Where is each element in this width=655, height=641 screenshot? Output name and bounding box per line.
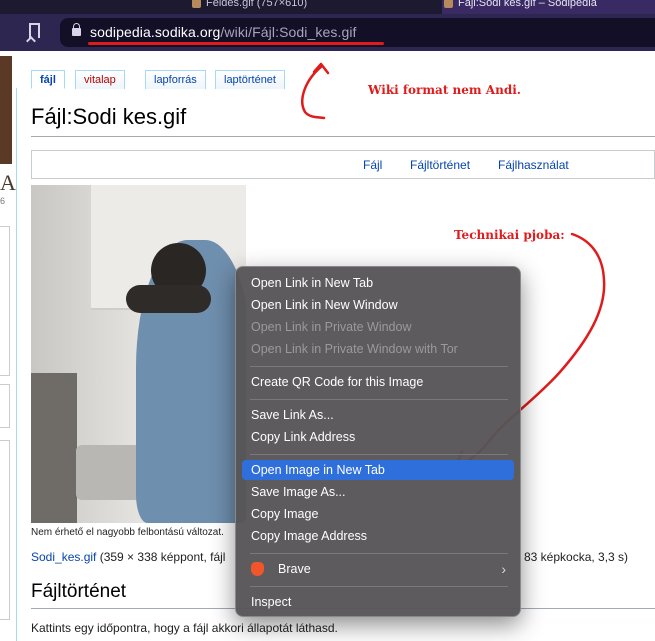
image-caption: Nem érhető el nagyobb felbontású változa… <box>31 527 224 538</box>
file-image[interactable] <box>31 185 246 523</box>
browser-tab[interactable]: Feldes.gif (757×610) <box>190 0 390 14</box>
section-heading: Fájltörténet <box>31 581 127 602</box>
context-menu: Open Link in New Tab Open Link in New Win… <box>235 266 521 617</box>
menu-separator <box>250 399 508 400</box>
chevron-right-icon: › <box>501 561 506 577</box>
menu-item-label: Brave <box>278 562 311 576</box>
menu-item-copy-image[interactable]: Copy Image <box>242 504 514 524</box>
sidebar-portlet <box>0 440 10 620</box>
lock-icon[interactable] <box>72 23 81 36</box>
favicon-icon <box>192 0 201 8</box>
brave-icon <box>251 562 264 576</box>
menu-item-copy-image-address[interactable]: Copy Image Address <box>242 526 514 546</box>
annotation-technikai: Technikai pjoba: <box>454 228 565 242</box>
file-toc: Fájl Fájltörténet Fájlhasználat <box>31 150 655 179</box>
menu-item-brave[interactable]: Brave › <box>242 559 514 579</box>
tab-talk-label: vitalap <box>84 74 116 86</box>
tab-history-label: laptörténet <box>224 74 276 86</box>
menu-item-open-link-in-new-tab[interactable]: Open Link in New Tab <box>242 273 514 293</box>
browser-tab-label: Feldes.gif (757×610) <box>206 0 308 9</box>
menu-item-open-link-in-private-window: Open Link in Private Window <box>251 320 412 334</box>
tab-file-label: fájl <box>40 74 56 86</box>
toc-link-file-usage[interactable]: Fájlhasználat <box>498 158 569 172</box>
file-meta-text: (359 × 338 képpont, fájl <box>96 550 226 564</box>
image-shadow <box>31 373 77 523</box>
toc-link-file[interactable]: Fájl <box>363 158 382 172</box>
menu-separator <box>250 553 508 554</box>
tab-history[interactable]: laptörténet <box>215 70 285 89</box>
tab-view-source-label: lapforrás <box>154 74 197 86</box>
sidebar-portlet <box>0 384 10 428</box>
file-meta: Sodi_kes.gif (359 × 338 képpont, fájl <box>31 550 225 564</box>
url-text: sodipedia.sodika.org/wiki/Fájl:Sodi_kes.… <box>90 24 357 40</box>
site-logo[interactable] <box>0 56 12 164</box>
tab-file[interactable]: fájl <box>31 70 65 89</box>
annotation-arrow-head <box>312 62 330 75</box>
annotation-wiki-format: Wiki format nem Andi. <box>368 83 521 97</box>
menu-item-open-link-in-private-window-with-tor: Open Link in Private Window with Tor <box>251 342 458 356</box>
bookmark-icon[interactable] <box>29 23 40 38</box>
url-path: /wiki/Fájl:Sodi_kes.gif <box>220 24 357 40</box>
section-text: Kattints egy időpontra, hogy a fájl akko… <box>31 621 338 635</box>
screenshot: Feldes.gif (757×610) Fájl:Sodi kes.gif –… <box>0 0 655 641</box>
browser-toolbar: sodipedia.sodika.org/wiki/Fájl:Sodi_kes.… <box>0 14 655 51</box>
menu-item-save-image-as[interactable]: Save Image As... <box>242 482 514 502</box>
menu-item-save-link-as[interactable]: Save Link As... <box>242 405 514 425</box>
image-arm <box>126 285 211 313</box>
menu-item-create-qr-code-for-this-image[interactable]: Create QR Code for this Image <box>242 372 514 392</box>
browser-tab-label: Fájl:Sodi kes.gif – Sodipedia <box>458 0 597 9</box>
favicon-icon <box>444 0 453 8</box>
menu-separator <box>250 586 508 587</box>
menu-item-open-link-in-new-window[interactable]: Open Link in New Window <box>242 295 514 315</box>
sidebar-logo-letter: A <box>0 170 16 195</box>
page-title: Fájl:Sodi kes.gif <box>31 104 187 129</box>
menu-item-inspect[interactable]: Inspect <box>242 592 514 612</box>
tab-view-source[interactable]: lapforrás <box>145 70 206 89</box>
tab-talk[interactable]: vitalap <box>75 70 125 89</box>
sidebar-portlet <box>0 226 10 376</box>
toc-link-file-history[interactable]: Fájltörténet <box>410 158 470 172</box>
annotation-underline <box>88 42 384 45</box>
menu-separator <box>250 454 508 455</box>
url-host: sodipedia.sodika.org <box>90 24 221 40</box>
menu-item-open-image-in-new-tab[interactable]: Open Image in New Tab <box>242 460 514 480</box>
file-meta-frames: 83 képkocka, 3,3 s) <box>524 550 629 564</box>
title-divider <box>31 136 655 137</box>
browser-tab-strip: Feldes.gif (757×610) Fájl:Sodi kes.gif –… <box>0 0 655 14</box>
browser-tab-active[interactable]: Fájl:Sodi kes.gif – Sodipedia <box>442 0 655 14</box>
menu-separator <box>250 366 508 367</box>
file-link[interactable]: Sodi_kes.gif <box>31 550 96 564</box>
menu-item-copy-link-address[interactable]: Copy Link Address <box>242 427 514 447</box>
sidebar-logo-number: 6 <box>0 196 6 206</box>
